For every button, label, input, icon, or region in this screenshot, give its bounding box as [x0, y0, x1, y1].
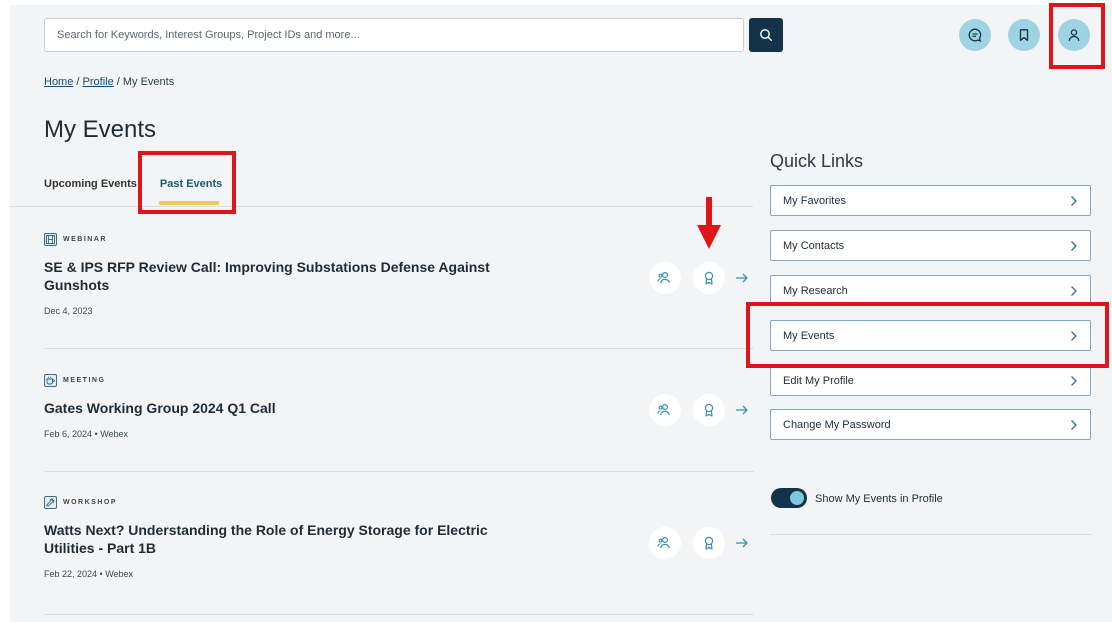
award-icon — [704, 271, 714, 285]
coffee-icon — [44, 374, 57, 387]
search-button[interactable] — [749, 18, 783, 52]
show-events-toggle-label: Show My Events in Profile — [815, 493, 943, 505]
event-open-link[interactable] — [735, 404, 749, 416]
certificate-button[interactable] — [693, 394, 725, 426]
quick-link-change-my-password[interactable]: Change My Password — [770, 409, 1091, 440]
user-icon — [1068, 29, 1080, 41]
bookmarks-button[interactable] — [1008, 19, 1040, 51]
event-title[interactable]: Gates Working Group 2024 Q1 Call — [44, 399, 504, 417]
film-icon — [44, 233, 57, 246]
event-open-link[interactable] — [735, 272, 749, 284]
event-type: WORKSHOP — [44, 496, 754, 509]
chevron-right-icon — [1071, 330, 1077, 341]
page-title: My Events — [44, 116, 157, 143]
user-profile-button[interactable] — [1058, 19, 1090, 51]
chevron-right-icon — [1071, 285, 1077, 296]
breadcrumb-current: My Events — [122, 76, 175, 88]
quick-link-my-research[interactable]: My Research — [770, 275, 1091, 306]
breadcrumb-home-link[interactable]: Home — [44, 76, 73, 88]
event-type: WEBINAR — [44, 233, 754, 246]
annotation-arrow-down-icon — [697, 197, 721, 249]
event-date: Feb 22, 2024 • Webex — [44, 569, 134, 579]
breadcrumb: Home / Profile / My Events — [44, 76, 174, 88]
search-input[interactable] — [44, 18, 744, 52]
quick-link-label: My Contacts — [783, 239, 845, 252]
quick-link-edit-my-profile[interactable]: Edit My Profile — [770, 365, 1091, 396]
breadcrumb-separator: / — [73, 76, 83, 88]
attendees-button[interactable] — [649, 262, 681, 294]
award-icon — [704, 536, 714, 550]
attendees-icon — [657, 271, 670, 284]
quick-link-my-favorites[interactable]: My Favorites — [770, 185, 1091, 216]
event-type-label: WEBINAR — [63, 236, 107, 243]
event-type: MEETING — [44, 374, 754, 387]
row-divider — [44, 348, 754, 349]
tab-past-events[interactable]: Past Events — [158, 178, 222, 205]
chevron-right-icon — [1071, 419, 1077, 430]
quick-links-title: Quick Links — [770, 151, 864, 171]
chevron-right-icon — [1071, 240, 1077, 251]
toggle-knob — [790, 491, 804, 505]
search-icon — [760, 29, 773, 42]
quick-link-label: Change My Password — [783, 418, 891, 431]
award-icon — [704, 403, 714, 417]
show-events-toggle[interactable] — [771, 488, 807, 508]
breadcrumb-profile-link[interactable]: Profile — [83, 76, 114, 88]
attendees-icon — [657, 536, 670, 549]
attendees-button[interactable] — [649, 527, 681, 559]
row-divider — [44, 614, 754, 615]
tab-upcoming-events[interactable]: Upcoming Events — [44, 178, 137, 190]
event-type-label: WORKSHOP — [63, 499, 117, 506]
row-divider — [44, 471, 754, 472]
chat-icon — [968, 28, 982, 42]
quick-link-my-events[interactable]: My Events — [770, 320, 1091, 351]
quick-link-my-contacts[interactable]: My Contacts — [770, 230, 1091, 261]
event-date: Dec 4, 2023 — [44, 306, 93, 316]
arrow-right-icon — [736, 273, 748, 283]
arrow-right-icon — [736, 405, 748, 415]
quick-link-label: My Favorites — [783, 194, 846, 207]
event-type-label: MEETING — [63, 377, 106, 384]
chevron-right-icon — [1071, 375, 1077, 386]
quick-link-label: My Research — [783, 284, 848, 297]
breadcrumb-separator: / — [113, 76, 123, 88]
event-actions — [637, 527, 1112, 559]
sidebar-divider — [770, 534, 1092, 535]
attendees-button[interactable] — [649, 394, 681, 426]
certificate-button[interactable] — [693, 262, 725, 294]
event-open-link[interactable] — [735, 537, 749, 549]
certificate-button[interactable] — [693, 527, 725, 559]
chevron-right-icon — [1071, 195, 1077, 206]
event-title[interactable]: SE & IPS RFP Review Call: Improving Subs… — [44, 258, 504, 294]
arrow-right-icon — [736, 538, 748, 548]
event-title[interactable]: Watts Next? Understanding the Role of En… — [44, 521, 504, 557]
event-tabs: Upcoming Events Past Events — [44, 178, 245, 205]
messages-button[interactable] — [959, 19, 991, 51]
bookmark-icon — [1019, 29, 1029, 41]
quick-link-label: Edit My Profile — [783, 374, 854, 387]
quick-link-label: My Events — [783, 329, 835, 342]
attendees-icon — [657, 403, 670, 416]
wrench-icon — [44, 496, 57, 509]
tabs-divider — [10, 206, 753, 207]
event-date: Feb 6, 2024 • Webex — [44, 429, 129, 439]
